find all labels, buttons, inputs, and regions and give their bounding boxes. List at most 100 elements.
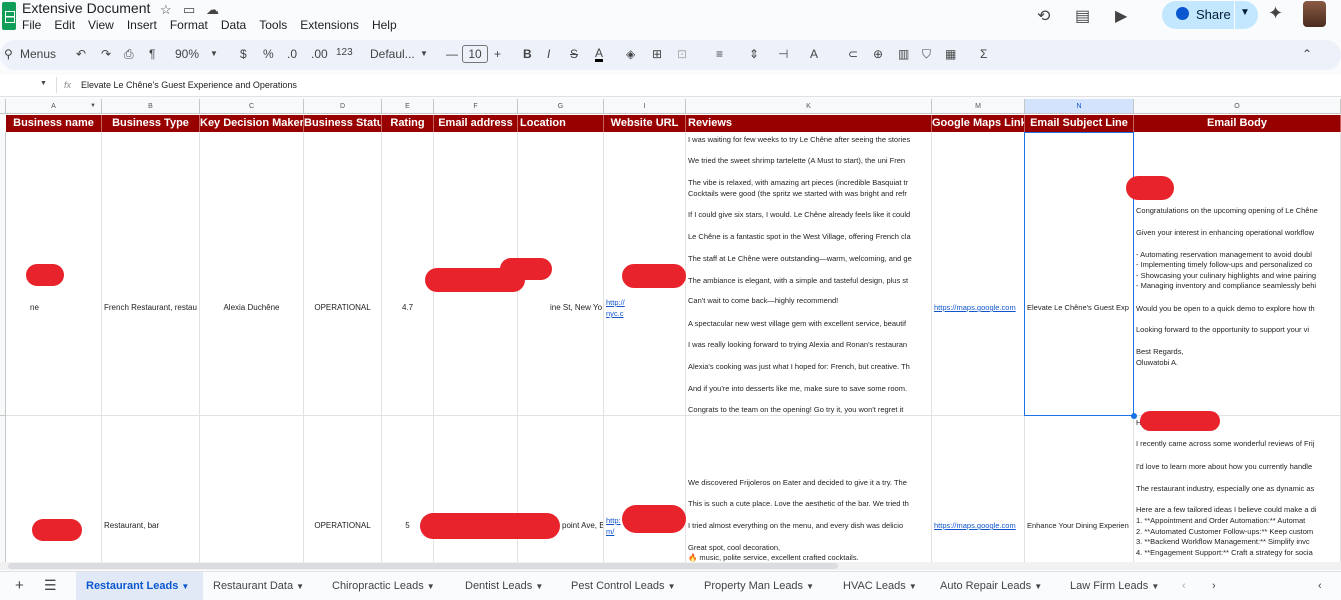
horizontal-scrollbar[interactable] xyxy=(0,562,1341,570)
move-folder-icon[interactable]: ▭ xyxy=(183,2,195,18)
name-box-dropdown-icon[interactable]: ▼ xyxy=(40,80,47,87)
borders-icon[interactable]: ⊞ xyxy=(652,47,662,61)
col-header-c[interactable]: C xyxy=(200,99,304,114)
header-business-type[interactable]: Business Type xyxy=(102,115,200,132)
col-header-f[interactable]: F xyxy=(434,99,518,114)
cell-reviews[interactable]: I was waiting for few weeks to try Le Ch… xyxy=(686,132,932,416)
font-size-input[interactable]: 10 xyxy=(462,45,488,63)
avatar[interactable] xyxy=(1303,1,1326,27)
tab-dentist-leads[interactable]: Dentist Leads ▼ xyxy=(465,580,543,592)
collapse-toolbar-icon[interactable]: ⌃ xyxy=(1302,47,1312,61)
bold-button[interactable]: B xyxy=(523,47,532,61)
text-color-button[interactable]: A xyxy=(595,47,604,62)
meet-icon[interactable]: ▶ xyxy=(1115,6,1127,26)
col-header-m[interactable]: M xyxy=(932,99,1025,114)
search-icon[interactable]: ⚲ xyxy=(4,47,13,61)
merge-cells-icon[interactable]: ⊡ xyxy=(677,47,687,61)
font-dropdown-icon[interactable]: ▼ xyxy=(420,49,428,58)
menu-extensions[interactable]: Extensions xyxy=(300,18,359,32)
cell-decision-maker[interactable]: Alexia Duchêne xyxy=(200,132,304,416)
formula-input[interactable]: Elevate Le Chêne's Guest Experience and … xyxy=(81,80,297,90)
align-icon[interactable]: ≡ xyxy=(716,47,723,61)
font-select[interactable]: Defaul... xyxy=(370,47,415,61)
menu-view[interactable]: View xyxy=(88,18,114,32)
cell-maps-link[interactable]: https://maps.google.com xyxy=(932,132,1025,416)
cell-email-body[interactable]: Congratulations on the upcoming opening … xyxy=(1134,132,1341,416)
col-header-k[interactable]: K xyxy=(686,99,932,114)
tab-law-firm-leads[interactable]: Law Firm Leads ▼ xyxy=(1070,580,1159,592)
filter-views-icon[interactable]: ▦ xyxy=(945,47,956,61)
col-header-o[interactable]: O xyxy=(1134,99,1341,114)
history-icon[interactable]: ⟲ xyxy=(1037,6,1050,26)
header-location[interactable]: Location xyxy=(518,115,604,132)
star-icon[interactable]: ☆ xyxy=(160,2,172,18)
header-reviews[interactable]: Reviews xyxy=(686,115,932,132)
zoom-select[interactable]: 90% xyxy=(175,47,199,61)
tab-chiropractic-leads[interactable]: Chiropractic Leads ▼ xyxy=(332,580,435,592)
menu-file[interactable]: File xyxy=(22,18,41,32)
cell-website-2[interactable]: http: m/ xyxy=(604,416,686,567)
decrease-font-icon[interactable]: — xyxy=(446,47,458,61)
collapse-sidebar-icon[interactable]: ‹ xyxy=(1318,580,1322,592)
menu-insert[interactable]: Insert xyxy=(127,18,157,32)
scroll-tabs-right-icon[interactable]: › xyxy=(1212,580,1216,592)
tab-hvac-leads[interactable]: HVAC Leads ▼ xyxy=(843,580,917,592)
header-business-status[interactable]: Business Status xyxy=(304,115,382,132)
comment-icon[interactable]: ⊕ xyxy=(873,47,883,61)
document-title[interactable]: Extensive Document xyxy=(22,0,150,16)
spreadsheet-grid[interactable]: A ▼ B C D E F G I K M N O Business name B… xyxy=(0,99,1341,567)
header-email-body[interactable]: Email Body xyxy=(1134,115,1341,132)
col-header-e[interactable]: E xyxy=(382,99,434,114)
header-email-subject-line[interactable]: Email Subject Line xyxy=(1025,115,1134,132)
filter-icon[interactable]: ⛉ xyxy=(922,47,931,62)
menu-data[interactable]: Data xyxy=(221,18,246,32)
header-email-address[interactable]: Email address xyxy=(434,115,518,132)
menus-search[interactable]: Menus xyxy=(20,47,56,61)
percent-button[interactable]: % xyxy=(263,47,274,61)
cell-email-subject-2[interactable]: Enhance Your Dining Experien xyxy=(1025,416,1134,567)
cell-rating-2[interactable]: 5 xyxy=(382,416,434,567)
paint-format-icon[interactable]: ¶ xyxy=(149,47,155,61)
col-header-d[interactable]: D xyxy=(304,99,382,114)
col-header-n[interactable]: N xyxy=(1025,99,1134,114)
tab-restaurant-data[interactable]: Restaurant Data ▼ xyxy=(213,580,304,592)
col-header-a[interactable]: A ▼ xyxy=(6,99,102,114)
menu-format[interactable]: Format xyxy=(170,18,208,32)
italic-button[interactable]: I xyxy=(547,47,550,61)
cell-status[interactable]: OPERATIONAL xyxy=(304,132,382,416)
header-google-maps-link[interactable]: Google Maps Link xyxy=(932,115,1025,132)
cloud-status-icon[interactable]: ☁ xyxy=(206,2,219,18)
redo-icon[interactable]: ↷ xyxy=(101,47,111,61)
strikethrough-button[interactable]: S xyxy=(570,47,578,61)
chart-icon[interactable]: ▥ xyxy=(898,47,909,61)
wrap-icon[interactable]: ⊣ xyxy=(778,47,788,61)
more-formats-button[interactable]: 123 xyxy=(336,47,353,58)
col-header-i[interactable]: I xyxy=(604,99,686,114)
menu-help[interactable]: Help xyxy=(372,18,397,32)
header-rating[interactable]: Rating xyxy=(382,115,434,132)
tab-property-man-leads[interactable]: Property Man Leads ▼ xyxy=(704,580,814,592)
currency-button[interactable]: $ xyxy=(240,47,247,61)
fill-color-icon[interactable]: ◈ xyxy=(626,47,635,61)
functions-icon[interactable]: Σ xyxy=(980,47,987,61)
cell-business-type-2[interactable]: Restaurant, bar xyxy=(102,416,200,567)
chevron-down-icon[interactable]: ▼ xyxy=(210,49,218,58)
header-website-url[interactable]: Website URL xyxy=(604,115,686,132)
link-icon[interactable]: ⊂ xyxy=(848,47,858,61)
share-button[interactable]: Share ▼ xyxy=(1162,1,1258,29)
tab-pest-control-leads[interactable]: Pest Control Leads ▼ xyxy=(571,580,676,592)
cell-business-name-2[interactable] xyxy=(6,416,102,567)
cell-reviews-2[interactable]: We discovered Frijoleros on Eater and de… xyxy=(686,416,932,567)
undo-icon[interactable]: ↶ xyxy=(76,47,86,61)
gemini-icon[interactable]: ✦ xyxy=(1268,3,1283,24)
increase-decimal-button[interactable]: .00 xyxy=(311,47,328,61)
cell-email-2[interactable] xyxy=(434,416,518,567)
col-header-b[interactable]: B xyxy=(102,99,200,114)
decrease-decimal-button[interactable]: .0 xyxy=(287,47,297,61)
rotate-icon[interactable]: A xyxy=(810,47,818,61)
cell-email-body-2[interactable]: H I recently came across some wonderful … xyxy=(1134,416,1341,567)
comments-icon[interactable]: ▤ xyxy=(1075,6,1090,26)
share-dropdown-icon[interactable]: ▼ xyxy=(1240,7,1250,18)
cell-status-2[interactable]: OPERATIONAL xyxy=(304,416,382,567)
all-sheets-icon[interactable]: ☰ xyxy=(44,577,57,594)
